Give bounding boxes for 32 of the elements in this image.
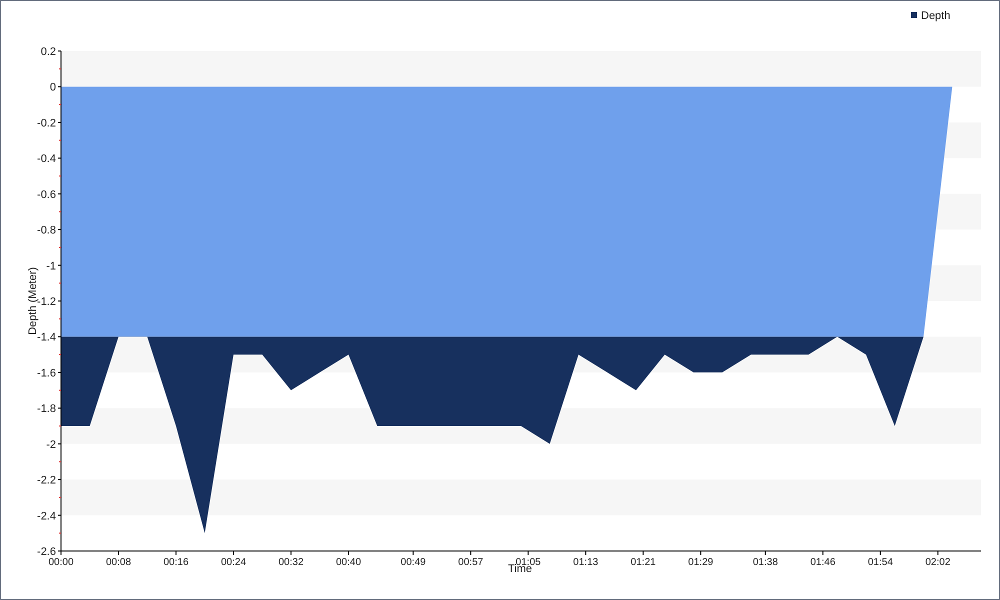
x-tick-label: 00:57 xyxy=(458,557,484,568)
x-tick-label: 01:54 xyxy=(868,557,893,568)
y-tick-label: -0.4 xyxy=(37,153,56,166)
x-tick-label: 01:29 xyxy=(688,557,714,568)
legend-label: Depth xyxy=(921,10,950,22)
y-tick-label: 0.2 xyxy=(40,46,56,58)
y-tick-label: -2.4 xyxy=(37,510,56,522)
y-tick-label: -0.2 xyxy=(37,117,56,130)
y-tick-label: -1.4 xyxy=(37,332,56,344)
x-tick-label: 00:49 xyxy=(400,557,426,568)
y-tick-label: -1.2 xyxy=(37,296,56,308)
x-tick-label: 00:40 xyxy=(336,557,362,568)
x-tick-label: 01:46 xyxy=(810,557,836,568)
y-tick-label: -0.6 xyxy=(37,188,56,201)
y-tick-label: -0.8 xyxy=(37,224,56,237)
y-tick-label: 0 xyxy=(50,82,56,94)
y-tick-label: -2.6 xyxy=(37,546,56,558)
y-tick-label: -1.6 xyxy=(37,367,56,380)
x-tick-label: 02:02 xyxy=(925,557,950,568)
x-tick-label: 00:16 xyxy=(163,557,189,568)
x-tick-label: 01:13 xyxy=(573,557,598,568)
y-tick-label: -1.8 xyxy=(37,403,56,416)
x-tick-label: 00:08 xyxy=(106,557,132,568)
y-tick-label: -1 xyxy=(46,260,56,272)
x-tick-label: 00:24 xyxy=(220,557,246,568)
x-tick-label: 01:38 xyxy=(752,557,778,568)
y-axis-title: Depth (Meter) xyxy=(27,267,39,335)
x-tick-label: 01:21 xyxy=(630,557,656,568)
y-tick-label: -2 xyxy=(46,438,56,451)
x-tick-label: 00:32 xyxy=(278,557,304,568)
y-tick-label: -2.2 xyxy=(37,474,56,487)
x-tick-label: 00:00 xyxy=(48,557,74,568)
